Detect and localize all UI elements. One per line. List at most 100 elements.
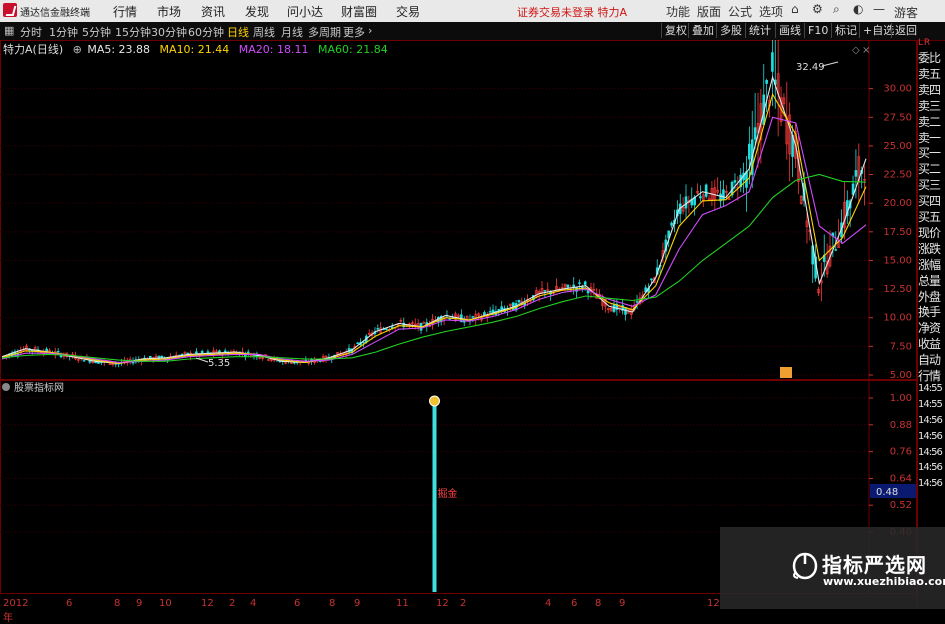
sidebar-item[interactable]: 自动 [918,351,945,367]
menu-layout[interactable]: 版面 [697,3,721,20]
diamond-icon[interactable]: ◇ [852,45,860,56]
minimize-icon[interactable]: — [873,2,885,16]
tab-30min[interactable]: 30分钟 [151,24,187,40]
sidebar-item[interactable]: 总量 [918,272,945,288]
sidebar-item[interactable]: 买四 [918,192,945,208]
sidebar-item[interactable]: 换手 [918,303,945,319]
tab-monthly[interactable]: 月线 [281,24,303,40]
main-grid [0,88,869,376]
indicator-ytick-label: 0.64 [890,473,912,484]
mouse-logo-icon [790,551,820,581]
mark-button[interactable]: 标记 [831,23,860,38]
main-ytick-label: 30.00 [883,84,912,95]
menu-formula[interactable]: 公式 [728,3,752,20]
tab-5min[interactable]: 5分钟 [82,24,111,40]
main-ytick-label: 15.00 [883,255,912,266]
candle-body [483,312,486,316]
multi-stock-button[interactable]: 多股 [716,23,745,38]
tab-daily[interactable]: 日线 [227,24,249,40]
overlay-button[interactable]: 叠加 [688,23,717,38]
main-ytick-label: 10.00 [883,313,912,324]
sidebar-item[interactable]: 委比 [918,49,945,65]
guest-user[interactable]: 游客 [894,4,918,21]
ma-line-ma60 [1,173,867,362]
kline-chart[interactable]: 30.00 27.50 25.00 22.50 20.00 17.50 15.00 12.50… [0,40,917,380]
menu-discover[interactable]: 发现 [245,3,269,20]
candle-body [748,143,751,160]
sidebar-item[interactable]: 外盘 [918,288,945,304]
sidebar-time: 14:55 [918,382,943,394]
tab-60min[interactable]: 60分钟 [188,24,224,40]
main-ytick-label: 17.50 [883,227,912,238]
menu-options[interactable]: 选项 [759,3,783,20]
tab-multi-period[interactable]: 多周期 [308,24,341,40]
ma-lines [1,75,867,365]
candle-body [517,300,521,303]
candle-body [765,79,768,84]
menu-news[interactable]: 资讯 [201,3,225,20]
sidebar-item[interactable]: 现价 [918,224,945,240]
tab-intraday[interactable]: 分时 [20,24,42,40]
sidebar-item[interactable]: 收益 [918,335,945,351]
candle-body [200,350,204,354]
draw-button[interactable]: 画线 [775,23,804,38]
app-logo-icon [3,3,17,17]
sidebar-item[interactable]: 卖五 [918,65,945,81]
chevron-right-icon[interactable]: › [368,24,372,37]
candle-body [376,328,380,330]
x-tick-label: 6 [66,598,73,609]
candle-body [704,184,708,197]
sidebar-item[interactable]: 净资 [918,319,945,335]
menu-market[interactable]: 市场 [157,3,181,20]
candle-body [195,351,198,354]
x-tick-label: 11 [396,598,409,609]
sidebar-item[interactable]: 买五 [918,208,945,224]
grid-icon[interactable]: ▦ [4,24,14,37]
sidebar-item[interactable]: 买一 [918,144,945,160]
close-icon[interactable]: × [862,45,870,56]
main-ytick-label: 27.50 [883,112,912,123]
search-icon[interactable]: ⌕ [833,2,840,17]
x-tick-label: 9 [136,598,143,609]
menu-wealth[interactable]: 财富圈 [341,3,377,20]
skin-icon[interactable]: ◐ [853,2,863,16]
login-notice[interactable]: 证券交易未登录 特力A [517,4,627,20]
sidebar-item[interactable]: 涨幅 [918,256,945,272]
candle-body [854,170,858,177]
sidebar-item[interactable]: 卖三 [918,97,945,113]
event-marker-icon[interactable] [780,367,792,378]
low-annotation: 5.35 [208,358,230,369]
high-annotation: 32.49 [796,62,825,73]
back-button[interactable]: 返回 [891,23,920,38]
tab-weekly[interactable]: 周线 [253,24,275,40]
help-icon[interactable]: ⌂ [791,2,799,16]
sidebar-item[interactable]: 卖四 [918,81,945,97]
settings-icon[interactable]: ⚙ [812,2,823,16]
x-tick-label: 12 [201,598,214,609]
watermark-banner: 指标严选网 www.xuezhibiao.com [720,527,945,609]
candle-body [223,350,227,353]
candle-body [246,351,250,354]
candle-body [56,351,60,353]
sidebar-item[interactable]: 卖二 [918,113,945,129]
stats-button[interactable]: 统计 [745,23,774,38]
f10-button[interactable]: F10 [804,23,831,38]
menu-trade[interactable]: 交易 [396,3,420,20]
adjust-button[interactable]: 复权 [661,23,690,38]
sidebar-item[interactable]: 行情 [918,367,945,383]
tab-15min[interactable]: 15分钟 [115,24,151,40]
tab-1min[interactable]: 1分钟 [49,24,78,40]
menu-quotes[interactable]: 行情 [113,3,137,20]
main-ytick-label: 12.50 [883,284,912,295]
sidebar-item[interactable]: 买三 [918,176,945,192]
menu-function[interactable]: 功能 [666,3,690,20]
main-ytick-label: 20.00 [883,198,912,209]
sidebar-item[interactable]: 卖一 [918,129,945,145]
menu-ask[interactable]: 问小达 [287,3,323,20]
tab-more[interactable]: 更多 [343,24,365,40]
app-title: 通达信金融终端 [20,8,90,19]
candle-body [566,284,570,288]
sidebar-item[interactable]: 涨跌 [918,240,945,256]
indicator-toggle-icon[interactable] [2,383,10,391]
sidebar-item[interactable]: 买二 [918,160,945,176]
